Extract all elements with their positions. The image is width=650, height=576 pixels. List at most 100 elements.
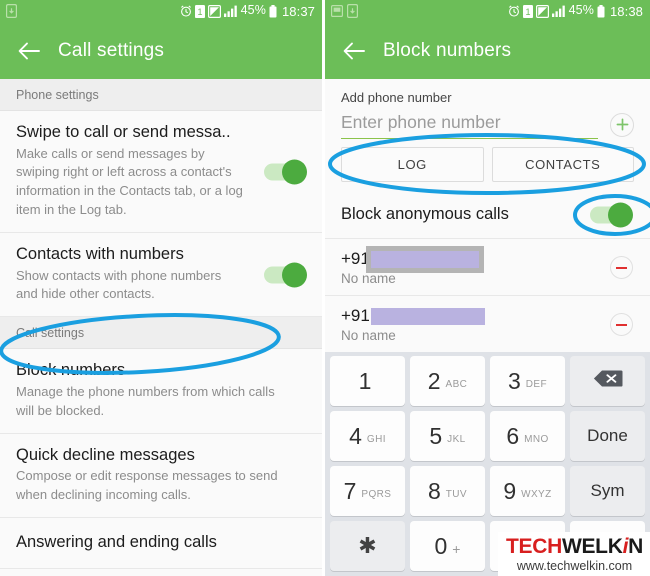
watermark-brand-part1: TECH	[505, 534, 562, 558]
setting-row-call-alerts[interactable]: Call alerts	[0, 568, 322, 576]
phone-download-icon	[347, 4, 358, 18]
key-backspace[interactable]	[570, 356, 645, 406]
key-digit: 9	[503, 477, 517, 504]
signal-icon	[551, 5, 566, 17]
phone-download-icon	[6, 4, 17, 18]
key-digit: 4	[349, 422, 362, 449]
battery-icon	[597, 4, 605, 18]
key-letters: WXYZ	[521, 488, 552, 500]
blocked-number-value: +91	[341, 306, 634, 326]
key-digit: 6	[506, 422, 520, 449]
setting-row-quick-decline-messages[interactable]: Quick decline messages Compose or edit r…	[0, 433, 322, 518]
blocked-number-row[interactable]: +91 No name	[325, 296, 650, 353]
country-code: +91	[341, 306, 370, 325]
section-header-phone-settings: Phone settings	[0, 79, 322, 111]
phone-number-input[interactable]: Enter phone number	[341, 110, 598, 139]
setting-row-contacts-with-numbers[interactable]: Contacts with numbers Show contacts with…	[0, 233, 322, 318]
key-letters: PQRS	[361, 488, 392, 500]
backspace-icon	[593, 369, 623, 393]
toggle-block-anonymous-calls[interactable]	[590, 202, 633, 228]
setting-row-block-numbers[interactable]: Block numbers Manage the phone numbers f…	[0, 349, 322, 434]
page-title: Call settings	[58, 39, 165, 61]
battery-percent: 45%	[568, 3, 594, 18]
key-digit: 3	[508, 367, 521, 394]
sim-icon: 1	[522, 4, 533, 18]
section-header-call-settings: Call settings	[0, 317, 322, 350]
key-letters: MNO	[524, 433, 549, 445]
key-letters: ABC	[445, 378, 468, 390]
battery-icon	[269, 4, 277, 18]
key-letters: JKL	[447, 433, 466, 445]
key-plus: +	[452, 540, 461, 557]
toggle-contacts-with-numbers[interactable]	[264, 262, 307, 288]
setting-title: Block numbers	[16, 361, 126, 380]
blocked-number-name: No name	[341, 328, 396, 343]
watermark-brand-part2: WELK	[561, 534, 623, 558]
key-digit: 0	[434, 532, 448, 559]
redacted-number	[370, 307, 485, 325]
setting-row-answering-and-ending-calls[interactable]: Answering and ending calls	[0, 517, 322, 569]
svg-text:1: 1	[525, 7, 530, 17]
toggle-swipe-to-call[interactable]	[264, 159, 307, 184]
right-phone-panel: 1 45% 18:38 Block numbers Add phone numb…	[325, 0, 650, 576]
key-2[interactable]: 2 ABC	[410, 356, 485, 406]
key-label: Sym	[590, 481, 625, 500]
minus-circle-icon[interactable]	[610, 256, 633, 279]
back-arrow-icon[interactable]	[16, 38, 42, 64]
asterisk-icon: ✱	[358, 533, 377, 558]
left-phone-panel: 1 45% 18:37 Call settings Phone settings…	[0, 0, 325, 576]
add-phone-number-field-row: Enter phone number	[341, 110, 634, 139]
key-3[interactable]: 3 DEF	[490, 356, 565, 406]
source-buttons-row: LOG CONTACTS	[325, 139, 650, 192]
blocked-number-value: +91	[341, 245, 634, 273]
key-5[interactable]: 5 JKL	[410, 411, 485, 461]
key-digit: 8	[428, 477, 441, 504]
key-digit: 7	[343, 477, 357, 504]
minus-glyph	[616, 266, 627, 269]
key-1[interactable]: 1	[330, 356, 405, 406]
battery-percent: 45%	[240, 3, 266, 18]
key-letters: TUV	[445, 488, 467, 500]
key-8[interactable]: 8 TUV	[410, 466, 485, 516]
left-status-bar: 1 45% 18:37	[0, 0, 322, 22]
plus-circle-icon[interactable]	[610, 112, 634, 137]
key-star[interactable]: ✱	[330, 521, 405, 571]
no-sdcard-icon	[207, 4, 221, 18]
right-status-right-icons: 1 45% 18:38	[508, 4, 643, 19]
watermark: TECHWELKiN www.techwelkin.com	[497, 531, 650, 576]
key-done[interactable]: Done	[570, 411, 645, 461]
svg-text:1: 1	[197, 7, 202, 17]
key-9[interactable]: 9 WXYZ	[490, 466, 565, 516]
left-status-right-icons: 1 45% 18:37	[180, 4, 315, 19]
watermark-brand: TECHWELKiN	[506, 536, 643, 557]
back-arrow-icon[interactable]	[341, 38, 367, 64]
block-anonymous-calls-label: Block anonymous calls	[341, 205, 509, 223]
key-sym[interactable]: Sym	[570, 466, 645, 516]
key-6[interactable]: 6 MNO	[490, 411, 565, 461]
setting-row-swipe-to-call[interactable]: Swipe to call or send messa.. Make calls…	[0, 111, 322, 233]
toggle-knob	[282, 159, 307, 184]
key-digit: 2	[427, 367, 441, 394]
contacts-button[interactable]: CONTACTS	[491, 147, 634, 182]
left-status-left-icons	[6, 4, 17, 18]
block-anonymous-calls-row[interactable]: Block anonymous calls	[325, 192, 650, 239]
key-7[interactable]: 7 PQRS	[330, 466, 405, 516]
alarm-icon	[180, 5, 192, 17]
clock-time: 18:37	[281, 3, 315, 19]
minus-circle-icon[interactable]	[610, 313, 633, 336]
toggle-knob	[608, 202, 633, 228]
right-status-left-icons	[331, 4, 358, 18]
key-digit: 1	[358, 367, 372, 394]
signal-icon	[223, 5, 238, 17]
clock-time: 18:38	[609, 3, 643, 19]
setting-subtitle: Compose or edit response messages to sen…	[16, 468, 278, 503]
screenshot-stage: 1 45% 18:37 Call settings Phone settings…	[0, 0, 650, 576]
sim-icon: 1	[194, 4, 205, 18]
add-phone-number-section: Add phone number Enter phone number	[325, 79, 650, 139]
blocked-number-row[interactable]: +91 No name	[325, 239, 650, 296]
log-button[interactable]: LOG	[341, 147, 484, 182]
key-4[interactable]: 4 GHI	[330, 411, 405, 461]
key-0[interactable]: 0 +	[410, 521, 485, 571]
setting-title: Quick decline messages	[16, 445, 195, 464]
page-title: Block numbers	[383, 39, 512, 61]
